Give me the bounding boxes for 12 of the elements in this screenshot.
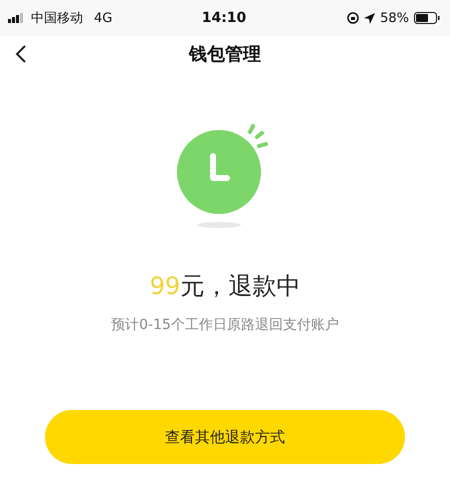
network-type: 4G [94,10,112,26]
clock-time: 14:10 [202,10,246,26]
page-title: 钱包管理 [189,43,261,66]
carrier-name: 中国移动 [31,10,83,27]
refund-note: 预计0-15个工作日原路退回支付账户 [111,316,339,334]
battery-percent: 58% [380,10,410,26]
battery-icon [414,12,440,24]
refund-status: 99元，退款中 [150,271,300,302]
other-refund-methods-button[interactable]: 查看其他退款方式 [45,410,405,464]
rotation-lock-icon [347,12,360,24]
location-icon [364,12,376,24]
signal-icon [8,13,26,23]
